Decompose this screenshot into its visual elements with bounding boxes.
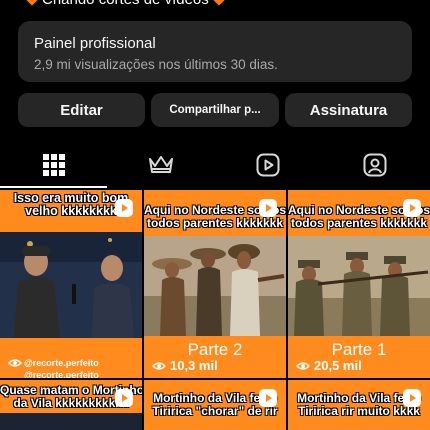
grid-icon — [42, 154, 65, 176]
post-tile[interactable]: Aqui no Nordeste somos todos parentes kk… — [144, 190, 286, 378]
views-eye-icon — [296, 361, 310, 370]
post-thumbnail-image — [144, 236, 286, 336]
diamond-icon — [26, 0, 38, 6]
reel-badge-icon — [403, 199, 421, 217]
views-eye-icon — [152, 361, 166, 370]
edit-button[interactable]: Editar — [18, 93, 145, 127]
tagged-icon — [363, 153, 386, 177]
post-handle: @recorte.perfeito — [24, 358, 99, 368]
subscription-button[interactable]: Assinatura — [285, 93, 412, 127]
post-views: 10,3 mil — [152, 358, 218, 373]
tab-subscriber-content[interactable] — [107, 142, 214, 188]
post-part-label: Parte 1 — [331, 340, 387, 359]
dashboard-subtitle: 2,9 mi visualizações nos últimos 30 dias… — [34, 57, 278, 72]
views-count: 10,3 mil — [170, 358, 218, 373]
reel-badge-icon — [259, 389, 277, 407]
tab-tagged[interactable] — [321, 142, 428, 188]
post-handle: @recorte.perfeito — [24, 370, 99, 378]
share-profile-button[interactable]: Compartilhar p... — [151, 93, 279, 127]
post-tile[interactable]: Mortinho da Vila fez o Tiririca "chorar"… — [144, 380, 286, 430]
tab-posts[interactable] — [0, 142, 107, 188]
views-count: 20,5 mil — [314, 358, 362, 373]
post-tile[interactable]: Isso era muito bom velho kkkkkkkk @recor… — [0, 190, 142, 378]
bio-line: Criando cortes de vídeos — [22, 0, 229, 8]
professional-dashboard[interactable]: Painel profissional 2,9 mi visualizações… — [18, 21, 412, 82]
post-tile[interactable]: Aqui no Nordeste somos todos parentes kk… — [288, 190, 430, 378]
dashboard-title: Painel profissional — [34, 35, 156, 52]
post-thumbnail-image — [288, 236, 430, 336]
crown-icon — [148, 156, 173, 173]
reel-badge-icon — [259, 199, 277, 217]
reel-badge-icon — [115, 389, 133, 407]
bio-text: Criando cortes de vídeos — [42, 0, 209, 8]
post-tile[interactable]: Quase matam o Mortinho da Vila kkkkkkkkk… — [0, 380, 142, 430]
profile-tabs — [0, 142, 430, 188]
posts-grid: Isso era muito bom velho kkkkkkkk @recor… — [0, 190, 430, 430]
post-views: 20,5 mil — [296, 358, 362, 373]
active-tab-indicator — [0, 186, 107, 188]
reels-icon — [256, 153, 279, 177]
views-eye-icon — [8, 359, 22, 367]
tab-reels[interactable] — [214, 142, 321, 188]
post-part-label: Parte 2 — [187, 340, 243, 359]
diamond-icon — [213, 0, 225, 6]
post-tile[interactable]: Mortinho da Vila fez o Tiririca rir muit… — [288, 380, 430, 430]
post-caption-line2: todos parentes kkkkkkk — [146, 216, 284, 230]
post-caption-line2: todos parentes kkkkkkk — [290, 216, 428, 230]
reel-badge-icon — [403, 389, 421, 407]
post-thumbnail-image — [0, 232, 142, 338]
reel-badge-icon — [115, 199, 133, 217]
